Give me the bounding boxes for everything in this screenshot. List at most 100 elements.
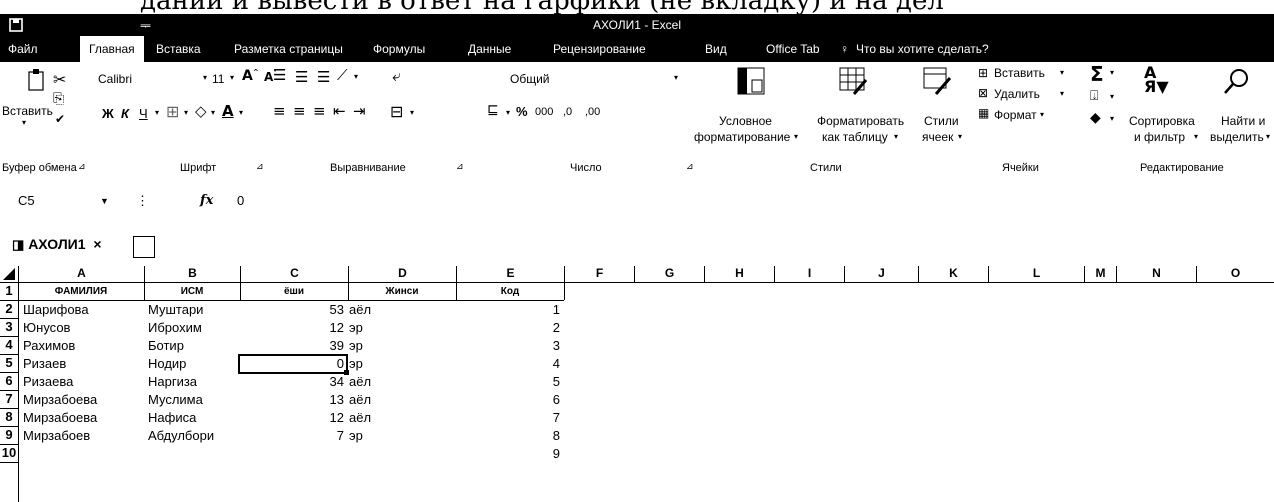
row-header-4[interactable]: 4 (0, 337, 18, 352)
bold-button[interactable]: Ж (102, 106, 114, 121)
table-cell[interactable]: 2 (456, 319, 560, 337)
paste-button-label[interactable]: Вставить (2, 104, 53, 118)
font-color-dropdown-icon[interactable]: ▾ (239, 108, 243, 117)
conditional-formatting-label-2[interactable]: форматирование (694, 130, 790, 144)
row-header-1[interactable]: 1 (0, 283, 18, 298)
font-launcher-icon[interactable]: ⊿ (256, 162, 264, 172)
tab-file[interactable]: Файл (8, 42, 38, 56)
increase-font-icon[interactable]: A^ (242, 68, 259, 84)
cut-icon[interactable]: ✂ (53, 70, 66, 89)
table-cell[interactable]: 5 (456, 373, 560, 391)
borders-dropdown-icon[interactable]: ▾ (184, 108, 188, 117)
column-header-n[interactable]: N (1116, 266, 1196, 283)
table-cell[interactable]: 1 (456, 301, 560, 319)
align-center-icon[interactable]: ≡ (293, 102, 306, 120)
active-cell[interactable]: 0 (240, 355, 344, 373)
table-cell[interactable]: Наргиза (148, 373, 197, 391)
clear-dropdown-icon[interactable]: ▾ (1110, 114, 1114, 123)
format-cells-button[interactable]: Формат (994, 108, 1037, 122)
accounting-dropdown-icon[interactable]: ▾ (506, 108, 510, 117)
table-cell[interactable]: 6 (456, 391, 560, 409)
table-cell[interactable]: 13 (240, 391, 344, 409)
table-cell[interactable]: аёл (349, 301, 371, 319)
fill-icon[interactable]: ⍗ (1090, 88, 1098, 104)
format-table-dropdown-icon[interactable]: ▾ (894, 132, 898, 141)
column-header-m[interactable]: M (1084, 266, 1116, 283)
insert-cells-icon[interactable]: ⊞ (978, 66, 988, 80)
table-cell[interactable]: 9 (456, 445, 560, 463)
sort-filter-dropdown-icon[interactable]: ▾ (1194, 132, 1198, 141)
fill-dropdown-icon[interactable]: ▾ (1110, 92, 1114, 101)
merge-center-icon[interactable]: ⊟ (390, 102, 403, 121)
header-cell-surname[interactable]: ФАМИЛИЯ (18, 283, 144, 301)
autosum-icon[interactable]: Σ (1090, 62, 1104, 86)
column-header-f[interactable]: F (564, 266, 634, 283)
table-cell[interactable]: Ризаева (23, 373, 73, 391)
tell-me-search[interactable]: Что вы хотите сделать? (856, 42, 989, 56)
row-header-2[interactable]: 2 (0, 301, 18, 316)
table-cell[interactable]: Абдулбори (148, 427, 214, 445)
table-cell[interactable]: Мирзабоева (23, 409, 97, 427)
tab-view[interactable]: Вид (705, 42, 727, 56)
clear-icon[interactable]: ◆ (1090, 110, 1101, 126)
new-sheet-tab-button[interactable] (133, 236, 155, 258)
accounting-format-icon[interactable]: ⊑ (487, 102, 499, 118)
number-launcher-icon[interactable]: ⊿ (686, 162, 694, 172)
find-select-label-2[interactable]: выделить (1210, 130, 1264, 144)
cell-styles-dropdown-icon[interactable]: ▾ (958, 132, 962, 141)
conditional-formatting-icon[interactable] (736, 66, 766, 96)
name-box[interactable]: C5 (18, 193, 35, 208)
select-all-icon[interactable] (3, 268, 15, 280)
clipboard-launcher-icon[interactable]: ⊿ (78, 162, 86, 172)
orientation-icon[interactable]: ⟋ (337, 66, 348, 84)
find-select-label-1[interactable]: Найти и (1221, 114, 1265, 128)
font-size-dropdown-icon[interactable]: ▾ (230, 73, 234, 82)
format-as-table-label-2[interactable]: как таблицу (822, 130, 888, 144)
orientation-dropdown-icon[interactable]: ▾ (354, 72, 358, 81)
function-icon[interactable]: fx (200, 193, 213, 208)
alignment-launcher-icon[interactable]: ⊿ (456, 162, 464, 172)
sort-filter-icon[interactable]: A Я▼ (1144, 65, 1169, 95)
column-header-k[interactable]: K (918, 266, 988, 283)
align-bottom-icon[interactable]: ☰ (317, 68, 330, 86)
table-cell[interactable]: 12 (240, 319, 344, 337)
worksheet-grid[interactable]: A B C D E F G H I J K L M N O 1 2 3 4 5 … (0, 260, 1274, 502)
table-cell[interactable]: Ризаев (23, 355, 66, 373)
tab-data[interactable]: Данные (468, 42, 511, 56)
format-cells-icon[interactable]: ▦ (978, 106, 989, 120)
table-cell[interactable]: аёл (349, 391, 371, 409)
sheet-tab[interactable]: ◨ АХОЛИ1 × (12, 236, 102, 260)
table-cell[interactable]: 53 (240, 301, 344, 319)
increase-decimal-button[interactable]: ,0 (563, 106, 572, 118)
table-cell[interactable]: Муслима (148, 391, 203, 409)
table-cell[interactable]: 8 (456, 427, 560, 445)
align-middle-icon[interactable]: ☰ (295, 68, 308, 86)
table-cell[interactable]: 7 (456, 409, 560, 427)
table-cell[interactable]: 4 (456, 355, 560, 373)
wrap-text-icon[interactable]: ⤶ (392, 66, 401, 86)
table-cell[interactable]: Муштари (148, 301, 203, 319)
column-header-h[interactable]: H (704, 266, 774, 283)
tab-home[interactable]: Главная (80, 36, 144, 62)
table-cell[interactable]: Рахимов (23, 337, 75, 355)
italic-button[interactable]: К (121, 106, 129, 121)
table-cell[interactable]: Иброхим (148, 319, 202, 337)
tab-insert[interactable]: Вставка (156, 42, 201, 56)
thousands-button[interactable]: 000 (535, 106, 553, 118)
table-cell[interactable]: эр (349, 427, 363, 445)
paste-icon[interactable] (26, 68, 48, 94)
insert-cells-button[interactable]: Вставить (994, 66, 1045, 80)
decrease-decimal-button[interactable]: ,00 (585, 106, 600, 118)
header-cell-code[interactable]: Код (456, 283, 564, 301)
name-box-dropdown-icon[interactable]: ▼ (100, 196, 109, 206)
column-header-i[interactable]: I (774, 266, 844, 283)
formula-input[interactable]: 0 (237, 193, 244, 208)
table-cell[interactable]: 7 (240, 427, 344, 445)
format-painter-icon[interactable]: ✔ (55, 112, 65, 126)
table-cell[interactable]: 39 (240, 337, 344, 355)
insert-dropdown-icon[interactable]: ▾ (1060, 68, 1064, 77)
underline-button[interactable]: Ч (139, 106, 148, 121)
table-cell[interactable]: эр (349, 337, 363, 355)
row-header-8[interactable]: 8 (0, 409, 18, 424)
font-name-box[interactable]: Calibri (98, 72, 132, 86)
